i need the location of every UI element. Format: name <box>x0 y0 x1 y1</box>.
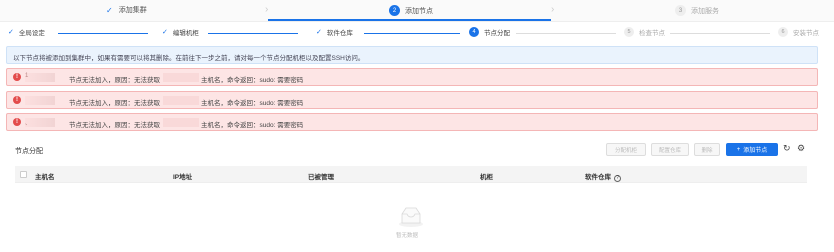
step-number: 6 <box>778 27 788 37</box>
redacted-host: 1 <box>25 73 55 82</box>
alert-text: 主机名，命令返回：sudo: 需要密码 <box>201 122 304 129</box>
error-alert: ! 、 节点无法加入，原因：无法获取 主机名，命令返回：sudo: 需要密码 <box>6 113 818 131</box>
error-icon: ! <box>13 73 21 81</box>
error-alert: ! 节点无法加入，原因：无法获取 主机名，命令返回：sudo: 需要密码 <box>6 91 818 109</box>
sub-step-4[interactable]: 4 节点分配 <box>469 27 510 37</box>
top-step-label: 添加节点 <box>405 7 433 15</box>
select-all-checkbox[interactable] <box>20 171 27 178</box>
step-connector <box>58 33 148 34</box>
top-step-label: 添加集群 <box>118 7 147 14</box>
help-icon[interactable]: ? <box>614 175 621 182</box>
redacted-host <box>25 96 55 105</box>
alert-text: 节点无法加入，原因：无法获取 <box>69 122 160 129</box>
error-icon: ! <box>13 118 21 126</box>
check-icon: ✓ <box>8 29 14 36</box>
top-step-2[interactable]: 2 添加节点 <box>389 5 433 16</box>
sub-step-label: 安装节点 <box>793 30 819 37</box>
alert-text: 主机名，命令返回：sudo: 需要密码 <box>201 100 304 107</box>
step-connector <box>364 33 460 34</box>
redacted-host <box>163 73 199 82</box>
alert-text: 主机名，命令返回：sudo: 需要密码 <box>201 77 304 84</box>
plus-icon: + <box>736 146 741 153</box>
gear-icon[interactable]: ⚙ <box>797 143 805 154</box>
assign-rack-button[interactable]: 分配机柜 <box>606 143 646 156</box>
column-repo-label: 软件仓库 <box>585 174 611 181</box>
add-node-label: 添加节点 <box>743 148 768 154</box>
section-title: 节点分配 <box>15 148 43 155</box>
active-step-underline <box>268 19 551 21</box>
sub-step-label: 节点分配 <box>484 30 510 37</box>
check-icon: ✓ <box>316 29 322 36</box>
sub-step-label: 全局设定 <box>18 30 45 37</box>
sub-step-1[interactable]: ✓ 全局设定 <box>8 27 45 37</box>
top-step-1[interactable]: ✓ 添加集群 <box>106 5 147 15</box>
chevron-right-icon: › <box>265 4 269 15</box>
column-repo[interactable]: 软件仓库? <box>585 171 621 182</box>
column-ip[interactable]: IP地址 <box>173 171 192 181</box>
sub-step-6[interactable]: 6 安装节点 <box>778 27 819 37</box>
sub-steps: ✓ 全局设定 ✓ 编辑机柜 ✓ 软件仓库 4 节点分配 5 检查节点 6 安装节… <box>0 26 834 40</box>
sub-step-label: 检查节点 <box>639 30 665 37</box>
empty-text: 暂无数据 <box>396 233 419 239</box>
alert-text: 节点无法加入，原因：无法获取 <box>69 77 160 84</box>
redacted-host <box>163 96 199 105</box>
redacted-host: 、 <box>25 118 55 127</box>
top-step-3[interactable]: 3 添加服务 <box>675 5 719 16</box>
column-rack[interactable]: 机柜 <box>480 171 493 181</box>
step-connector <box>670 33 770 34</box>
config-repo-button[interactable]: 配置仓库 <box>651 143 689 156</box>
check-icon: ✓ <box>162 29 168 36</box>
add-node-button[interactable]: + 添加节点 <box>726 143 778 156</box>
delete-button[interactable]: 删除 <box>694 143 720 156</box>
sub-step-label: 软件仓库 <box>326 30 353 37</box>
step-number: 2 <box>389 5 400 16</box>
column-hostname[interactable]: 主机名 <box>35 171 55 181</box>
sub-step-5[interactable]: 5 检查节点 <box>624 27 665 37</box>
sub-step-3[interactable]: ✓ 软件仓库 <box>316 27 353 37</box>
info-text: 以下节点将被添加到集群中，如果有需要可以将其删除。在前往下一步之前，请对每一个节… <box>13 55 365 62</box>
alert-text: 节点无法加入，原因：无法获取 <box>69 100 160 107</box>
sub-step-2[interactable]: ✓ 编辑机柜 <box>162 27 199 37</box>
chevron-right-icon: › <box>551 4 555 15</box>
error-alert: ! 1 节点无法加入，原因：无法获取 主机名，命令返回：sudo: 需要密码 <box>6 68 818 86</box>
column-managed[interactable]: 已被管理 <box>308 171 334 181</box>
step-number: 5 <box>624 27 634 37</box>
step-connector <box>516 33 616 34</box>
empty-box-icon <box>399 207 423 227</box>
refresh-icon[interactable]: ↻ <box>783 143 791 154</box>
check-icon: ✓ <box>106 5 113 15</box>
step-connector <box>208 33 298 34</box>
redacted-host <box>163 118 199 127</box>
table-header: 主机名 IP地址 已被管理 机柜 软件仓库? <box>15 166 807 183</box>
top-step-label: 添加服务 <box>691 7 719 15</box>
top-steps: ✓ 添加集群 › 2 添加节点 › 3 添加服务 <box>0 0 834 22</box>
step-number: 4 <box>469 27 479 37</box>
sub-step-label: 编辑机柜 <box>172 30 199 37</box>
error-icon: ! <box>13 96 21 104</box>
step-number: 3 <box>675 5 686 16</box>
info-banner: 以下节点将被添加到集群中，如果有需要可以将其删除。在前往下一步之前，请对每一个节… <box>6 46 818 64</box>
